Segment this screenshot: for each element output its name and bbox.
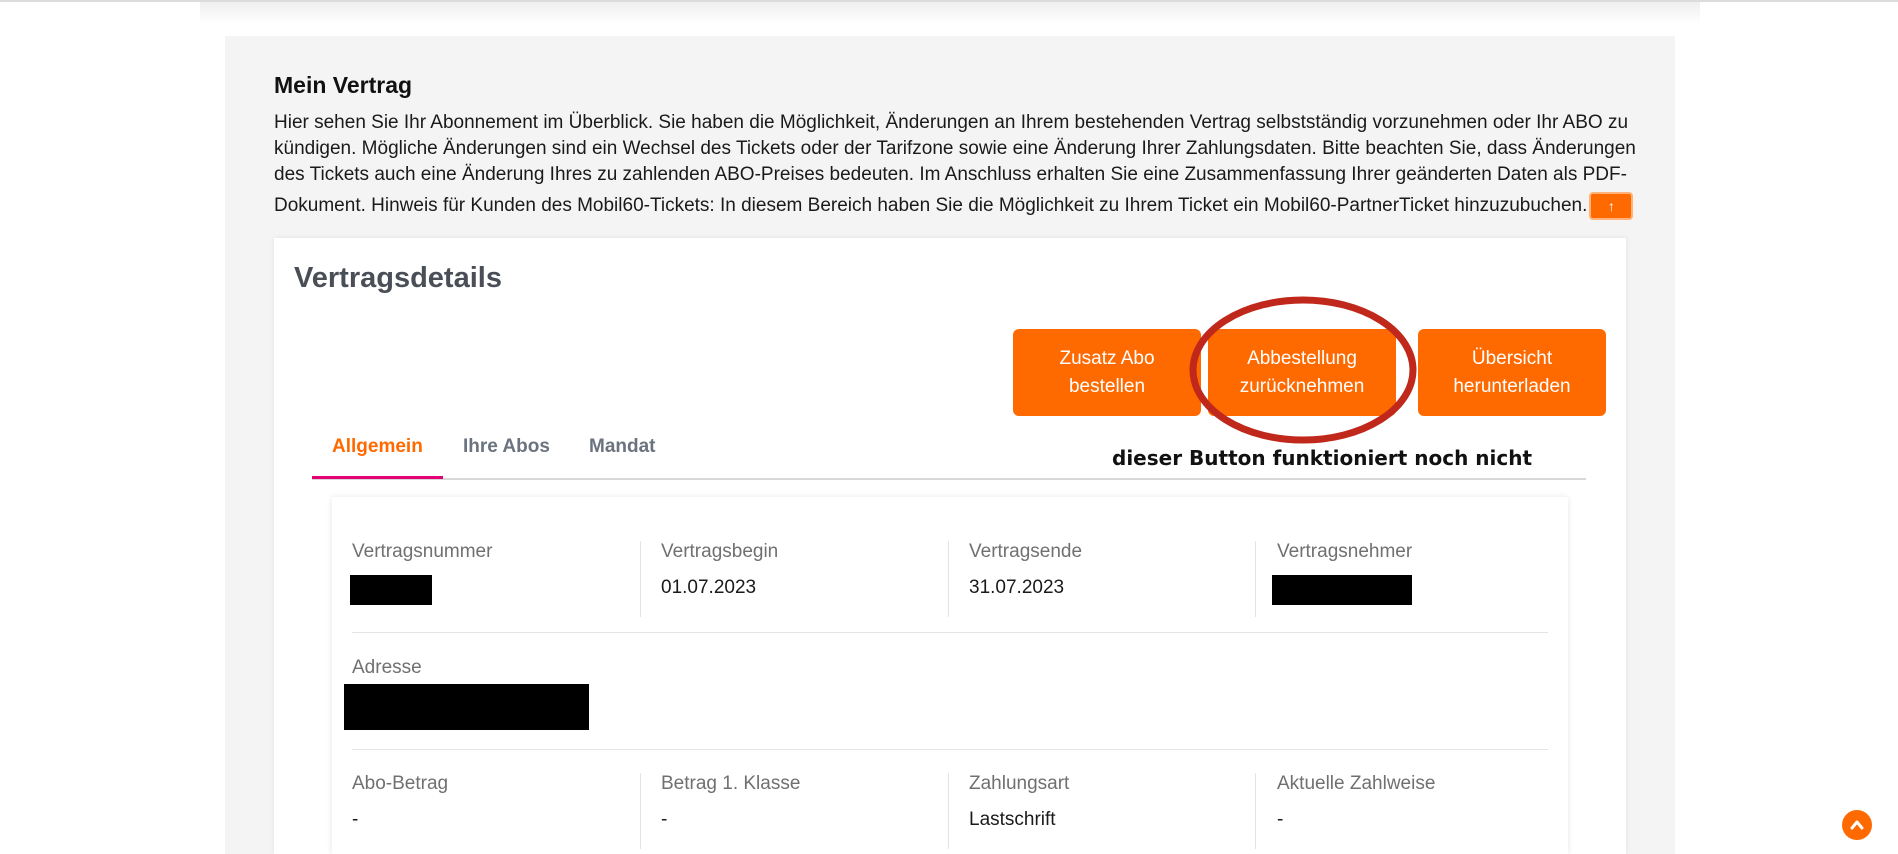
intro-line-last: Dokument. Hinweis für Kunden des Mobil60…	[274, 188, 1644, 224]
cell-divider	[640, 773, 641, 849]
field-value: -	[661, 809, 668, 830]
redaction-block	[1272, 575, 1412, 605]
tab-bar: Allgemein Ihre Abos Mandat	[312, 428, 1586, 480]
cell-divider	[948, 773, 949, 849]
tab-allgemein[interactable]: Allgemein	[312, 436, 443, 479]
cell-betrag-1-klasse: Betrag 1. Klasse -	[661, 773, 961, 853]
field-value: -	[352, 809, 359, 830]
tab-mandat[interactable]: Mandat	[589, 436, 656, 476]
annotation-circle	[1189, 296, 1417, 444]
redaction-block	[344, 684, 589, 730]
collapse-up-button[interactable]: ↑	[1589, 191, 1634, 220]
field-value: 31.07.2023	[969, 577, 1065, 598]
cell-vertragsbegin: Vertragsbegin 01.07.2023	[661, 541, 961, 621]
scroll-to-top-button[interactable]	[1842, 810, 1872, 840]
field-value: -	[1277, 809, 1284, 830]
field-label: Adresse	[352, 657, 422, 678]
details-table: Vertragsnummer Vertragsbegin 01.07.2023 …	[332, 497, 1568, 854]
cell-abo-betrag: Abo-Betrag -	[352, 773, 652, 853]
cell-divider	[1255, 773, 1256, 849]
page-title: Mein Vertrag	[274, 72, 413, 98]
zusatz-abo-button[interactable]: Zusatz Abo bestellen	[1013, 329, 1201, 416]
uebersicht-herunterladen-button[interactable]: Übersicht herunterladen	[1418, 329, 1606, 416]
intro-line: kündigen. Mögliche Änderungen sind ein W…	[274, 138, 1636, 159]
header-shadow	[200, 2, 1700, 24]
field-value: Lastschrift	[969, 809, 1056, 830]
field-label: Abo-Betrag	[352, 773, 449, 794]
cell-divider	[948, 541, 949, 617]
cell-vertragsende: Vertragsende 31.07.2023	[969, 541, 1269, 621]
card-title: Vertragsdetails	[294, 262, 502, 294]
field-label: Aktuelle Zahlweise	[1277, 773, 1436, 794]
intro-text: Hier sehen Sie Ihr Abonnement im Überbli…	[274, 110, 1644, 224]
field-label: Zahlungsart	[969, 773, 1070, 794]
field-label: Vertragsbegin	[661, 541, 779, 562]
intro-line: Dokument. Hinweis für Kunden des Mobil60…	[274, 195, 1588, 216]
field-value: 01.07.2023	[661, 577, 757, 598]
field-label: Betrag 1. Klasse	[661, 773, 801, 794]
cell-zahlungsart: Zahlungsart Lastschrift	[969, 773, 1269, 853]
field-label: Vertragsnehmer	[1277, 541, 1413, 562]
annotation-ellipse	[1189, 296, 1417, 444]
row-divider	[352, 632, 1548, 633]
intro-line: Hier sehen Sie Ihr Abonnement im Überbli…	[274, 112, 1629, 133]
redaction-block	[350, 575, 432, 605]
tab-ihre-abos[interactable]: Ihre Abos	[463, 436, 550, 476]
cell-aktuelle-zahlweise: Aktuelle Zahlweise -	[1277, 773, 1577, 853]
intro-line: des Tickets auch eine Änderung Ihres zu …	[274, 164, 1627, 185]
field-label: Vertragsende	[969, 541, 1083, 562]
field-label: Vertragsnummer	[352, 541, 493, 562]
cell-divider	[1255, 541, 1256, 617]
chevron-up-icon	[1850, 820, 1864, 830]
cell-divider	[640, 541, 641, 617]
row-divider	[352, 749, 1548, 750]
